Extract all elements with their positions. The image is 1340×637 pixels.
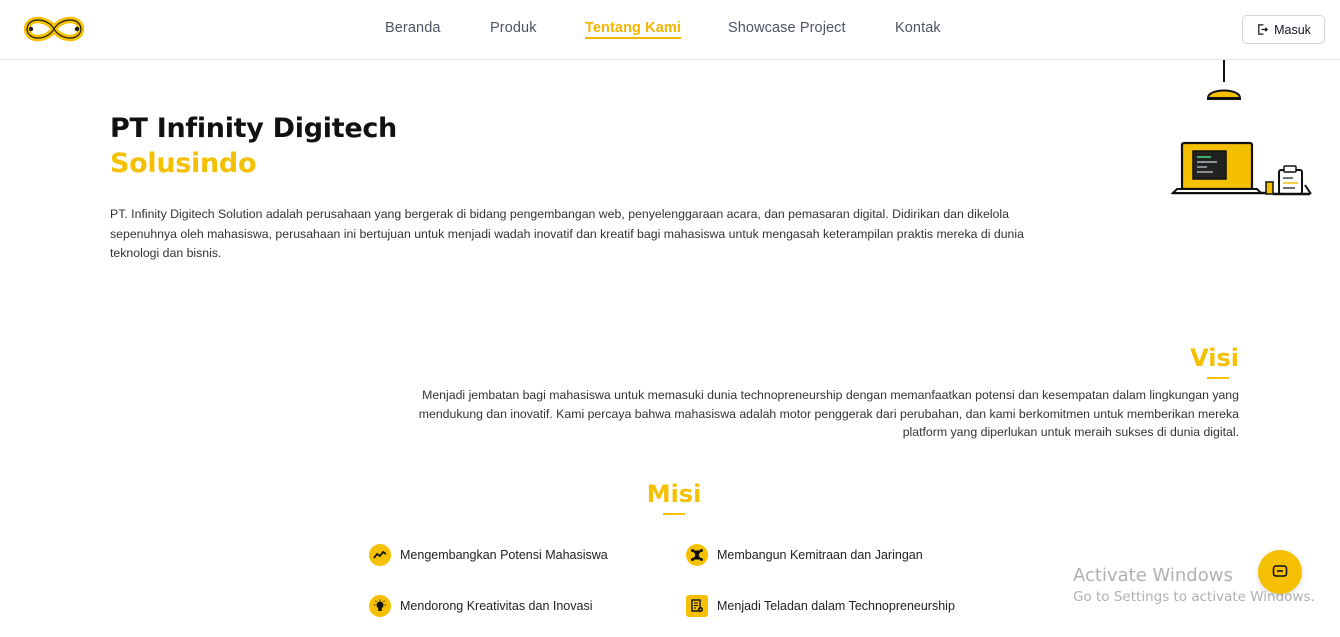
nav-item-tentang-kami[interactable]: Tentang Kami <box>585 20 681 39</box>
page-title: PT Infinity Digitech <box>110 113 397 144</box>
navbar: Beranda Produk Tentang Kami Showcase Pro… <box>0 0 1340 60</box>
misi-heading: Misi <box>646 480 702 508</box>
misi-item-label: Mengembangkan Potensi Mahasiswa <box>400 548 608 562</box>
page-subtitle: Solusindo <box>110 148 257 179</box>
network-icon <box>686 544 708 566</box>
chat-button[interactable] <box>1258 550 1302 594</box>
visi-heading: Visi <box>1190 344 1239 372</box>
company-description: PT. Infinity Digitech Solution adalah pe… <box>110 207 1024 260</box>
nav-item-kontak[interactable]: Kontak <box>895 20 941 36</box>
misi-item: Menjadi Teladan dalam Technopreneurship <box>686 595 955 617</box>
nav-item-beranda[interactable]: Beranda <box>385 20 441 36</box>
login-label: Masuk <box>1274 22 1311 37</box>
chat-icon <box>1272 565 1288 577</box>
misi-item: Membangun Kemitraan dan Jaringan <box>686 544 923 566</box>
lightbulb-icon <box>369 595 391 617</box>
misi-item: Mengembangkan Potensi Mahasiswa <box>369 544 608 566</box>
misi-item-label: Mendorong Kreativitas dan Inovasi <box>400 599 593 613</box>
laptop-lamp-illustration <box>1170 60 1312 196</box>
document-gear-icon <box>686 595 708 617</box>
main-nav: Beranda Produk Tentang Kami Showcase Pro… <box>0 0 1340 60</box>
misi-item-label: Membangun Kemitraan dan Jaringan <box>717 548 923 562</box>
misi-item-label: Menjadi Teladan dalam Technopreneurship <box>717 599 955 613</box>
visi-underline <box>1207 377 1229 379</box>
nav-item-showcase-project[interactable]: Showcase Project <box>728 20 846 36</box>
visi-text: Menjadi jembatan bagi mahasiswa untuk me… <box>418 388 1239 439</box>
misi-underline <box>663 513 685 515</box>
nav-item-produk[interactable]: Produk <box>490 20 537 36</box>
login-icon <box>1258 24 1269 35</box>
misi-item: Mendorong Kreativitas dan Inovasi <box>369 595 592 617</box>
login-button[interactable]: Masuk <box>1242 15 1325 44</box>
trend-icon <box>369 544 391 566</box>
